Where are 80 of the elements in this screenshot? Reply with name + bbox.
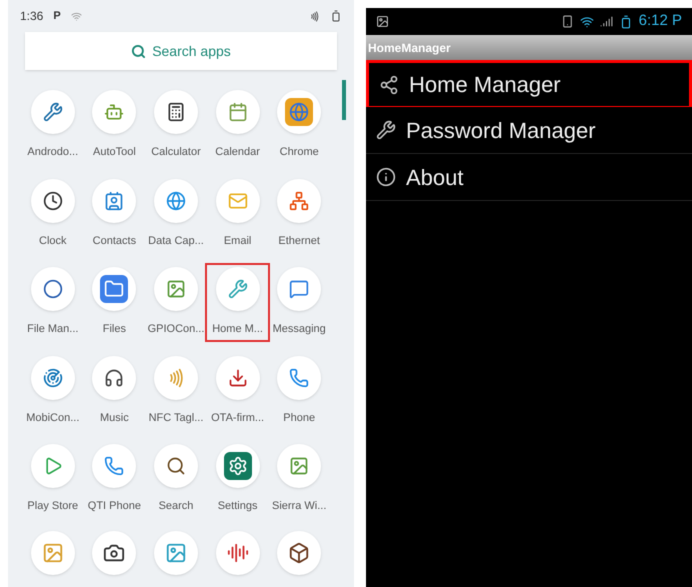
app-label: OTA-firm...: [211, 410, 264, 426]
app-item[interactable]: Ethernet: [268, 176, 330, 251]
menu-label: Password Manager: [406, 116, 596, 145]
share-icon: [379, 74, 399, 94]
app-item[interactable]: Files: [84, 265, 146, 340]
image-icon: [376, 15, 389, 28]
menu-item[interactable]: Home Manager: [366, 60, 692, 107]
menu-item[interactable]: About: [366, 154, 692, 201]
nfc-icon: [309, 10, 320, 22]
app-item[interactable]: Email: [206, 176, 268, 251]
wrench-icon: [376, 120, 396, 140]
info-icon: [376, 167, 396, 187]
app-item[interactable]: AutoTool: [84, 88, 146, 162]
sound-wave-icon[interactable]: [216, 530, 260, 574]
app-item[interactable]: Sierra Wi...: [268, 442, 330, 516]
app-label: Contacts: [92, 234, 136, 248]
image-icon[interactable]: [154, 530, 198, 574]
app-label: Chrome: [280, 145, 319, 160]
menu-label: Home Manager: [409, 71, 561, 99]
app-item[interactable]: Search: [145, 442, 207, 516]
app-item[interactable]: Androdo...: [22, 88, 84, 162]
app-label: Phone: [283, 410, 316, 426]
app-label: QTI Phone: [88, 499, 141, 514]
app-label: Search: [158, 499, 194, 514]
app-label: File Man...: [27, 322, 78, 337]
app-label: Messaging: [272, 322, 326, 337]
app-item[interactable]: Play Store: [22, 442, 84, 516]
app-item[interactable]: GPIOCon...: [145, 265, 207, 340]
search-placeholder: Search apps: [152, 42, 231, 61]
search-field[interactable]: Search apps: [25, 32, 337, 70]
app-item[interactable]: Settings: [206, 442, 268, 516]
app-item[interactable]: Contacts: [84, 176, 146, 251]
battery-icon: [330, 10, 342, 22]
app-label: MobiCon...: [26, 410, 80, 426]
settings-icon: [224, 452, 252, 480]
app-item[interactable]: Messaging: [268, 265, 330, 340]
app-item[interactable]: OTA-firm...: [206, 354, 268, 428]
app-label: Androdo...: [27, 145, 78, 160]
app-item[interactable]: NFC Tagl...: [145, 354, 207, 428]
app-label: Calculator: [151, 145, 201, 160]
app-item[interactable]: Clock: [22, 176, 84, 251]
app-item[interactable]: Chrome: [268, 88, 330, 162]
app-label: Settings: [218, 499, 258, 514]
app-label: Ethernet: [278, 234, 320, 248]
app-label: Clock: [39, 234, 67, 248]
menu-item[interactable]: Password Manager: [366, 107, 692, 154]
app-label: AutoTool: [92, 145, 136, 160]
app-item[interactable]: Data Cap...: [145, 176, 207, 251]
status-time: 1:36: [20, 8, 44, 25]
app-item[interactable]: Phone: [268, 354, 330, 428]
globe-icon: [285, 98, 314, 126]
wifi-icon: [70, 10, 82, 22]
search-icon: [131, 44, 146, 58]
app-item[interactable]: File Man...: [22, 265, 84, 340]
folder-icon: [100, 275, 128, 303]
app-item[interactable]: MobiCon...: [22, 354, 84, 428]
app-label: Play Store: [27, 499, 78, 514]
notification-text: P: [53, 8, 61, 24]
app-label: Sierra Wi...: [272, 499, 326, 514]
app-title: HomeManager: [368, 40, 451, 56]
status-time: 6:12 P: [638, 11, 682, 32]
camera-icon[interactable]: [92, 530, 136, 574]
app-label: Music: [100, 410, 129, 426]
app-label: NFC Tagl...: [148, 410, 204, 426]
scrollbar: [342, 80, 346, 120]
app-item[interactable]: Music: [84, 354, 146, 428]
wifi-icon: [580, 14, 594, 28]
signal-icon: [600, 15, 613, 28]
app-label: Calendar: [215, 145, 260, 160]
app-label: Home M...: [212, 322, 263, 337]
app-label: GPIOCon...: [148, 322, 204, 337]
box-icon[interactable]: [277, 530, 322, 574]
highlighted-app[interactable]: Home M...: [206, 265, 268, 340]
app-item[interactable]: QTI Phone: [84, 442, 146, 516]
menu-label: About: [406, 164, 464, 192]
app-item[interactable]: Calendar: [206, 88, 268, 162]
app-item[interactable]: Calculator: [145, 88, 207, 162]
app-label: Email: [224, 234, 252, 248]
app-label: Files: [102, 322, 126, 337]
app-label: Data Cap...: [148, 234, 204, 248]
